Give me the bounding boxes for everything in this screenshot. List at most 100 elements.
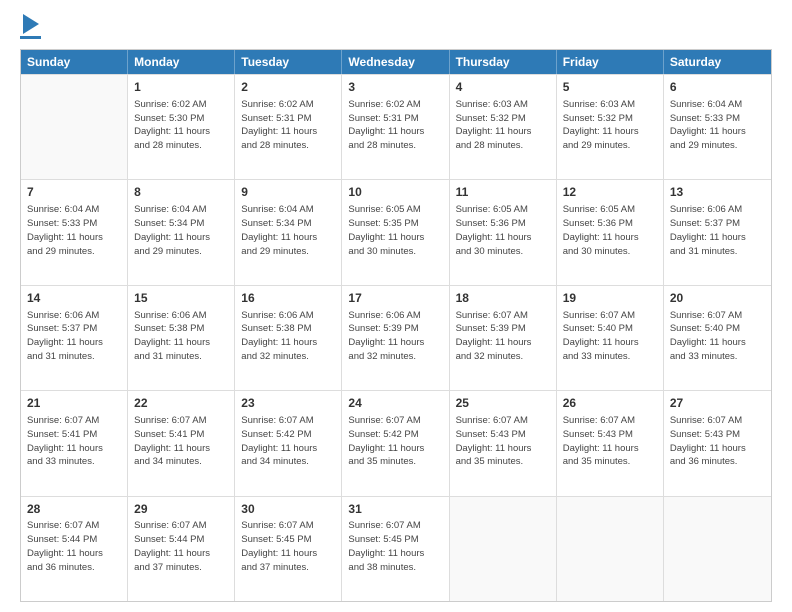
day-cell-15: 15 Sunrise: 6:06 AM Sunset: 5:38 PM Dayli… xyxy=(128,286,235,390)
day-cell-28: 28Sunrise: 6:07 AM Sunset: 5:44 PM Dayli… xyxy=(21,497,128,601)
day-cell-8: 8 Sunrise: 6:04 AM Sunset: 5:34 PM Daylig… xyxy=(128,180,235,284)
day-cell-12: 12 Sunrise: 6:05 AM Sunset: 5:36 PM Dayli… xyxy=(557,180,664,284)
day-info: Sunrise: 6:02 AM Sunset: 5:30 PM Dayligh… xyxy=(134,98,228,153)
day-info: Sunrise: 6:07 AM Sunset: 5:40 PM Dayligh… xyxy=(670,309,765,364)
day-cell-19: 19Sunrise: 6:07 AM Sunset: 5:40 PM Dayli… xyxy=(557,286,664,390)
day-cell-5: 5 Sunrise: 6:03 AM Sunset: 5:32 PM Daylig… xyxy=(557,75,664,179)
day-number: 18 xyxy=(456,290,550,307)
day-info: Sunrise: 6:07 AM Sunset: 5:41 PM Dayligh… xyxy=(27,414,121,469)
logo-arrow-icon xyxy=(23,14,39,34)
day-number: 22 xyxy=(134,395,228,412)
logo-underline xyxy=(20,36,41,39)
day-cell-9: 9 Sunrise: 6:04 AM Sunset: 5:34 PM Daylig… xyxy=(235,180,342,284)
empty-cell xyxy=(664,497,771,601)
day-number: 29 xyxy=(134,501,228,518)
day-number: 12 xyxy=(563,184,657,201)
header-day-thursday: Thursday xyxy=(450,50,557,74)
day-info: Sunrise: 6:07 AM Sunset: 5:43 PM Dayligh… xyxy=(563,414,657,469)
day-number: 27 xyxy=(670,395,765,412)
day-info: Sunrise: 6:07 AM Sunset: 5:40 PM Dayligh… xyxy=(563,309,657,364)
day-cell-11: 11 Sunrise: 6:05 AM Sunset: 5:36 PM Dayli… xyxy=(450,180,557,284)
day-number: 30 xyxy=(241,501,335,518)
day-cell-1: 1 Sunrise: 6:02 AM Sunset: 5:30 PM Daylig… xyxy=(128,75,235,179)
day-number: 2 xyxy=(241,79,335,96)
day-info: Sunrise: 6:04 AM Sunset: 5:34 PM Dayligh… xyxy=(241,203,335,258)
day-number: 14 xyxy=(27,290,121,307)
day-cell-2: 2 Sunrise: 6:02 AM Sunset: 5:31 PM Daylig… xyxy=(235,75,342,179)
day-info: Sunrise: 6:07 AM Sunset: 5:42 PM Dayligh… xyxy=(241,414,335,469)
day-info: Sunrise: 6:07 AM Sunset: 5:44 PM Dayligh… xyxy=(27,519,121,574)
day-cell-29: 29Sunrise: 6:07 AM Sunset: 5:44 PM Dayli… xyxy=(128,497,235,601)
calendar-row-0: 1 Sunrise: 6:02 AM Sunset: 5:30 PM Daylig… xyxy=(21,74,771,179)
day-cell-20: 20 Sunrise: 6:07 AM Sunset: 5:40 PM Dayli… xyxy=(664,286,771,390)
day-number: 24 xyxy=(348,395,442,412)
day-info: Sunrise: 6:05 AM Sunset: 5:36 PM Dayligh… xyxy=(456,203,550,258)
day-info: Sunrise: 6:06 AM Sunset: 5:39 PM Dayligh… xyxy=(348,309,442,364)
day-cell-7: 7Sunrise: 6:04 AM Sunset: 5:33 PM Daylig… xyxy=(21,180,128,284)
day-number: 17 xyxy=(348,290,442,307)
calendar-row-3: 21 Sunrise: 6:07 AM Sunset: 5:41 PM Dayli… xyxy=(21,390,771,495)
day-cell-26: 26 Sunrise: 6:07 AM Sunset: 5:43 PM Dayli… xyxy=(557,391,664,495)
day-info: Sunrise: 6:05 AM Sunset: 5:35 PM Dayligh… xyxy=(348,203,442,258)
day-number: 16 xyxy=(241,290,335,307)
day-info: Sunrise: 6:02 AM Sunset: 5:31 PM Dayligh… xyxy=(241,98,335,153)
day-number: 3 xyxy=(348,79,442,96)
day-number: 13 xyxy=(670,184,765,201)
day-info: Sunrise: 6:06 AM Sunset: 5:37 PM Dayligh… xyxy=(27,309,121,364)
header-day-friday: Friday xyxy=(557,50,664,74)
header-day-wednesday: Wednesday xyxy=(342,50,449,74)
empty-cell xyxy=(450,497,557,601)
header xyxy=(20,16,772,39)
day-number: 25 xyxy=(456,395,550,412)
day-info: Sunrise: 6:04 AM Sunset: 5:34 PM Dayligh… xyxy=(134,203,228,258)
day-cell-13: 13 Sunrise: 6:06 AM Sunset: 5:37 PM Dayli… xyxy=(664,180,771,284)
day-number: 1 xyxy=(134,79,228,96)
calendar-row-1: 7Sunrise: 6:04 AM Sunset: 5:33 PM Daylig… xyxy=(21,179,771,284)
day-info: Sunrise: 6:03 AM Sunset: 5:32 PM Dayligh… xyxy=(456,98,550,153)
header-day-monday: Monday xyxy=(128,50,235,74)
day-number: 28 xyxy=(27,501,121,518)
day-cell-17: 17 Sunrise: 6:06 AM Sunset: 5:39 PM Dayli… xyxy=(342,286,449,390)
day-cell-3: 3 Sunrise: 6:02 AM Sunset: 5:31 PM Daylig… xyxy=(342,75,449,179)
day-info: Sunrise: 6:06 AM Sunset: 5:37 PM Dayligh… xyxy=(670,203,765,258)
day-info: Sunrise: 6:07 AM Sunset: 5:43 PM Dayligh… xyxy=(456,414,550,469)
empty-cell xyxy=(21,75,128,179)
day-number: 5 xyxy=(563,79,657,96)
day-number: 20 xyxy=(670,290,765,307)
day-info: Sunrise: 6:07 AM Sunset: 5:39 PM Dayligh… xyxy=(456,309,550,364)
day-info: Sunrise: 6:07 AM Sunset: 5:41 PM Dayligh… xyxy=(134,414,228,469)
calendar-header: SundayMondayTuesdayWednesdayThursdayFrid… xyxy=(21,50,771,74)
day-cell-6: 6Sunrise: 6:04 AM Sunset: 5:33 PM Daylig… xyxy=(664,75,771,179)
day-info: Sunrise: 6:06 AM Sunset: 5:38 PM Dayligh… xyxy=(134,309,228,364)
day-number: 21 xyxy=(27,395,121,412)
day-number: 7 xyxy=(27,184,121,201)
day-info: Sunrise: 6:02 AM Sunset: 5:31 PM Dayligh… xyxy=(348,98,442,153)
calendar-row-4: 28Sunrise: 6:07 AM Sunset: 5:44 PM Dayli… xyxy=(21,496,771,601)
day-info: Sunrise: 6:03 AM Sunset: 5:32 PM Dayligh… xyxy=(563,98,657,153)
day-cell-22: 22 Sunrise: 6:07 AM Sunset: 5:41 PM Dayli… xyxy=(128,391,235,495)
day-cell-10: 10Sunrise: 6:05 AM Sunset: 5:35 PM Dayli… xyxy=(342,180,449,284)
day-number: 11 xyxy=(456,184,550,201)
day-number: 23 xyxy=(241,395,335,412)
logo xyxy=(20,16,41,39)
day-number: 26 xyxy=(563,395,657,412)
calendar-row-2: 14 Sunrise: 6:06 AM Sunset: 5:37 PM Dayli… xyxy=(21,285,771,390)
day-number: 15 xyxy=(134,290,228,307)
day-number: 8 xyxy=(134,184,228,201)
day-cell-24: 24Sunrise: 6:07 AM Sunset: 5:42 PM Dayli… xyxy=(342,391,449,495)
day-cell-21: 21 Sunrise: 6:07 AM Sunset: 5:41 PM Dayli… xyxy=(21,391,128,495)
day-number: 31 xyxy=(348,501,442,518)
day-info: Sunrise: 6:05 AM Sunset: 5:36 PM Dayligh… xyxy=(563,203,657,258)
day-number: 9 xyxy=(241,184,335,201)
day-info: Sunrise: 6:07 AM Sunset: 5:45 PM Dayligh… xyxy=(241,519,335,574)
day-cell-30: 30Sunrise: 6:07 AM Sunset: 5:45 PM Dayli… xyxy=(235,497,342,601)
header-day-saturday: Saturday xyxy=(664,50,771,74)
calendar: SundayMondayTuesdayWednesdayThursdayFrid… xyxy=(20,49,772,602)
day-cell-23: 23 Sunrise: 6:07 AM Sunset: 5:42 PM Dayli… xyxy=(235,391,342,495)
header-day-tuesday: Tuesday xyxy=(235,50,342,74)
day-cell-16: 16Sunrise: 6:06 AM Sunset: 5:38 PM Dayli… xyxy=(235,286,342,390)
day-cell-31: 31Sunrise: 6:07 AM Sunset: 5:45 PM Dayli… xyxy=(342,497,449,601)
day-cell-14: 14 Sunrise: 6:06 AM Sunset: 5:37 PM Dayli… xyxy=(21,286,128,390)
day-cell-18: 18 Sunrise: 6:07 AM Sunset: 5:39 PM Dayli… xyxy=(450,286,557,390)
day-info: Sunrise: 6:07 AM Sunset: 5:43 PM Dayligh… xyxy=(670,414,765,469)
